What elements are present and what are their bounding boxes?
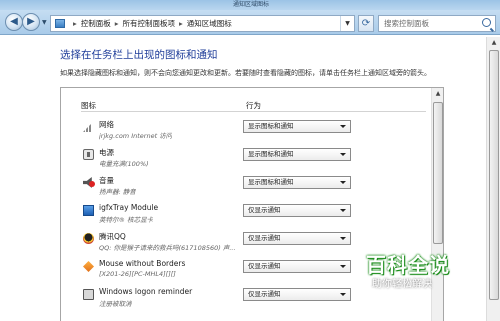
breadcrumb: ▸ 控制面板 ▸ 所有控制面板项 ▸ 通知区域图标 <box>69 16 232 31</box>
address-dropdown-icon[interactable]: ▼ <box>340 16 354 31</box>
chevron-down-icon <box>340 209 346 212</box>
address-bar[interactable]: ▸ 控制面板 ▸ 所有控制面板项 ▸ 通知区域图标 ▼ <box>50 15 355 32</box>
back-button[interactable]: ◀ <box>5 13 23 31</box>
qq-penguin-icon <box>83 233 94 244</box>
list-item: 网络 jrjkg.com Internet 访问 显示图标和通知 <box>61 118 431 146</box>
column-header-behavior: 行为 <box>246 101 261 110</box>
window-title-bar: 通知区域图标 <box>0 0 500 10</box>
search-icon[interactable] <box>482 18 491 27</box>
item-name: 音量 <box>99 176 114 185</box>
item-description: QQ: 你是猴子请来的救兵吗(617108560) 声... <box>99 244 236 252</box>
behavior-select[interactable]: 显示图标和通知 <box>243 148 351 161</box>
search-placeholder: 搜索控制面板 <box>384 19 429 28</box>
control-panel-icon <box>55 19 65 28</box>
breadcrumb-item-all-items[interactable]: 所有控制面板项 <box>123 19 176 28</box>
refresh-button[interactable]: ⟳ <box>358 15 374 32</box>
breadcrumb-separator: ▸ <box>73 19 77 28</box>
mute-badge-icon <box>89 181 95 187</box>
breadcrumb-item-control-panel[interactable]: 控制面板 <box>81 19 111 28</box>
mouse-without-borders-icon <box>83 261 94 272</box>
behavior-value: 显示图标和通知 <box>248 178 294 186</box>
item-description: 电量充满(100%) <box>99 160 149 168</box>
item-description: jrjkg.com Internet 访问 <box>99 132 173 140</box>
network-icon <box>83 121 94 132</box>
search-input[interactable]: 搜索控制面板 <box>378 15 496 32</box>
window-scrollbar[interactable]: ▲ <box>486 37 500 321</box>
behavior-value: 显示图标和通知 <box>248 122 294 130</box>
scrollbar-thumb[interactable] <box>489 50 499 300</box>
list-item: 音量 扬声器: 静音 显示图标和通知 <box>61 174 431 202</box>
list-item: 电源 电量充满(100%) 显示图标和通知 <box>61 146 431 174</box>
refresh-icon: ⟳ <box>361 18 371 29</box>
item-name: 网络 <box>99 120 114 129</box>
behavior-value: 仅显示通知 <box>248 206 281 214</box>
page-description: 如果选择隐藏图标和通知，则不会向您通知更改和更新。若要随时查看隐藏的图标，请单击… <box>60 69 431 77</box>
forward-arrow-icon: ▶ <box>27 16 35 27</box>
watermark-title: 百科全说 <box>366 253 450 277</box>
intel-graphics-icon <box>83 205 94 216</box>
scroll-up-icon[interactable]: ▲ <box>487 37 500 49</box>
column-header-icon: 图标 <box>81 101 96 110</box>
behavior-select[interactable]: 仅显示通知 <box>243 288 351 301</box>
behavior-select[interactable]: 仅显示通知 <box>243 260 351 273</box>
behavior-value: 仅显示通知 <box>248 234 281 242</box>
item-name: 腾讯QQ <box>99 232 126 241</box>
behavior-value: 显示图标和通知 <box>248 150 294 158</box>
chevron-down-icon <box>340 237 346 240</box>
behavior-value: 仅显示通知 <box>248 262 281 270</box>
recent-pages-dropdown-icon[interactable]: ▼ <box>42 19 47 26</box>
chevron-down-icon <box>340 153 346 156</box>
explorer-toolbar: ◀ ▶ ▼ ▸ 控制面板 ▸ 所有控制面板项 ▸ 通知区域图标 ▼ ⟳ 搜索控制面板 <box>0 10 500 35</box>
item-description: 扬声器: 静音 <box>99 188 136 196</box>
behavior-value: 仅显示通知 <box>248 290 281 298</box>
behavior-select[interactable]: 显示图标和通知 <box>243 176 351 189</box>
breadcrumb-separator[interactable]: ▸ <box>175 19 187 28</box>
item-description: [X201-26][PC-MHL4][][] <box>99 270 176 278</box>
behavior-select[interactable]: 仅显示通知 <box>243 232 351 245</box>
item-description: 英特尔® 核芯显卡 <box>99 216 154 224</box>
breadcrumb-separator[interactable]: ▸ <box>111 19 123 28</box>
item-description: 注册被取消 <box>99 300 132 308</box>
watermark-subtitle: 助你轻松解决 <box>372 279 432 290</box>
battery-icon <box>83 149 94 160</box>
breadcrumb-item-notification-icons[interactable]: 通知区域图标 <box>187 19 232 28</box>
scrollbar-thumb[interactable] <box>433 102 443 244</box>
item-name: Windows logon reminder <box>99 287 193 296</box>
item-name: Mouse without Borders <box>99 259 186 268</box>
behavior-select[interactable]: 仅显示通知 <box>243 204 351 217</box>
item-name: igfxTray Module <box>99 203 159 212</box>
chevron-down-icon <box>340 125 346 128</box>
behavior-select[interactable]: 显示图标和通知 <box>243 120 351 133</box>
item-name: 电源 <box>99 148 114 157</box>
watermark: 百科全说 助你轻松解决 <box>340 245 470 295</box>
scroll-up-icon[interactable]: ▲ <box>432 88 444 100</box>
forward-button[interactable]: ▶ <box>22 13 40 31</box>
chevron-down-icon <box>340 181 346 184</box>
monitor-icon <box>83 289 94 300</box>
window-caption: 通知区域图标 <box>233 1 270 8</box>
page-title: 选择在任务栏上出现的图标和通知 <box>60 49 218 61</box>
header-divider <box>81 111 426 112</box>
back-arrow-icon: ◀ <box>10 16 18 27</box>
list-item: igfxTray Module 英特尔® 核芯显卡 仅显示通知 <box>61 202 431 230</box>
